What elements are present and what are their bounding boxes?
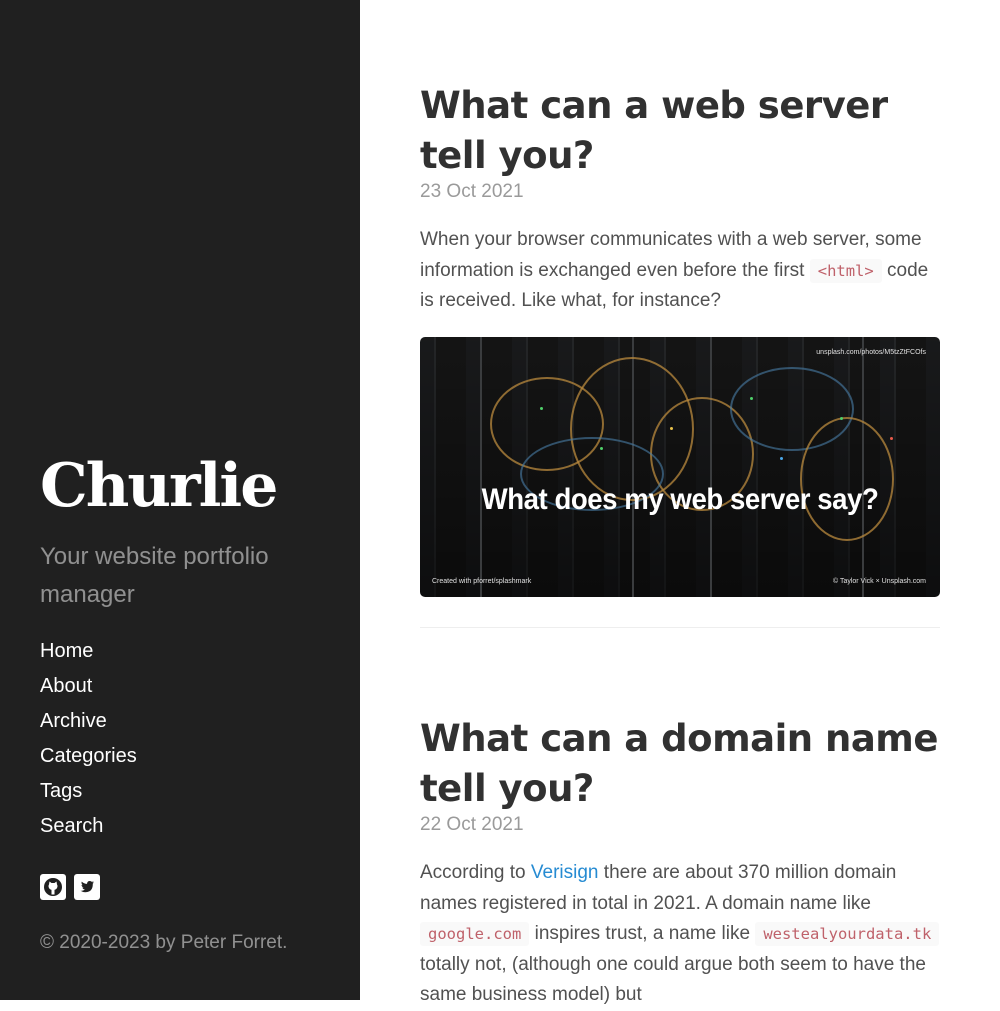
- inline-code: <html>: [809, 258, 882, 283]
- image-credit-photographer: © Taylor Vick × Unsplash.com: [832, 577, 926, 585]
- nav-archive[interactable]: Archive: [40, 704, 137, 739]
- sidebar-nav: Home About Archive Categories Tags Searc…: [40, 634, 137, 844]
- twitter-icon[interactable]: [74, 874, 100, 900]
- excerpt-text: totally not, (although one could argue b…: [420, 953, 926, 1006]
- post-date: 22 Oct 2021: [420, 814, 524, 835]
- post-excerpt: When your browser communicates with a we…: [420, 225, 940, 317]
- post-date: 23 Oct 2021: [420, 181, 524, 202]
- post-divider: [420, 626, 940, 628]
- excerpt-text: inspires trust, a name like: [529, 923, 756, 944]
- site-tagline: Your website portfolio manager: [40, 543, 269, 608]
- inline-code: google.com: [420, 922, 530, 946]
- nav-about[interactable]: About: [40, 669, 137, 704]
- post-title-link[interactable]: What can a web server tell you?: [420, 84, 888, 177]
- github-icon[interactable]: [40, 874, 66, 900]
- nav-categories[interactable]: Categories: [40, 739, 137, 774]
- post-item: What can a web server tell you? 23 Oct 2…: [420, 81, 940, 628]
- post-title[interactable]: What can a web server tell you?: [420, 81, 940, 181]
- sidebar: Churlie Your website portfolio manager H…: [0, 0, 360, 1000]
- social-links: [40, 874, 100, 900]
- nav-search[interactable]: Search: [40, 809, 137, 844]
- image-caption: What does my web server say?: [481, 482, 879, 516]
- excerpt-text: According to: [420, 862, 531, 883]
- post-excerpt: According to Verisign there are about 37…: [420, 858, 940, 1011]
- site-title[interactable]: Churlie: [40, 450, 278, 522]
- inline-code: westealyourdata.tk: [755, 922, 940, 946]
- nav-tags[interactable]: Tags: [40, 774, 137, 809]
- nav-home[interactable]: Home: [40, 634, 137, 669]
- post-item: What can a domain name tell you? 22 Oct …: [420, 714, 940, 1011]
- copyright: © 2020-2023 by Peter Forret.: [40, 932, 288, 953]
- image-source-url: unsplash.com/photos/M5tzZtFCOfs: [816, 348, 926, 356]
- post-title-link[interactable]: What can a domain name tell you?: [420, 717, 938, 810]
- post-hero-image[interactable]: unsplash.com/photos/M5tzZtFCOfs What doe…: [420, 336, 940, 597]
- verisign-link[interactable]: Verisign: [531, 862, 599, 883]
- image-credit-tool: Created with pforret/splashmark: [432, 577, 532, 585]
- post-title[interactable]: What can a domain name tell you?: [420, 714, 940, 814]
